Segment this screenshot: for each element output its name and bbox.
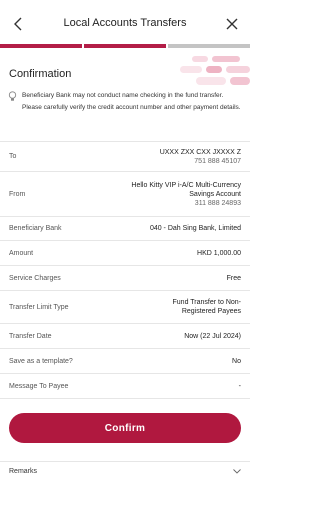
confirm-button[interactable]: Confirm (9, 413, 241, 443)
to-account-number: 751 888 45107 (194, 157, 241, 165)
detail-row-amount: Amount HKD 1,000.00 (0, 241, 250, 266)
detail-row-bank: Beneficiary Bank 040 - Dah Sing Bank, Li… (0, 217, 250, 241)
detail-value: - (238, 382, 241, 390)
detail-value: UXXX ZXX CXX JXXXX Z 751 888 45107 (160, 148, 241, 166)
detail-row-to: To UXXX ZXX CXX JXXXX Z 751 888 45107 (0, 142, 250, 172)
detail-row-limit-type: Transfer Limit Type Fund Transfer to Non… (0, 291, 250, 324)
detail-row-charges: Service Charges Free (0, 266, 250, 291)
back-button[interactable] (8, 14, 28, 34)
back-chevron-icon (14, 17, 22, 31)
detail-key: Transfer Limit Type (9, 303, 69, 311)
confirmation-header: Confirmation (0, 48, 250, 88)
from-account-name: Hello Kitty VIP i-A/C Multi-Currency Sav… (131, 181, 241, 198)
detail-value: Hello Kitty VIP i-A/C Multi-Currency Sav… (111, 181, 241, 208)
detail-key: Transfer Date (9, 332, 52, 340)
detail-key: Message To Payee (9, 382, 69, 390)
detail-value: Free (226, 274, 241, 282)
notice-text: Beneficiary Bank may not conduct name ch… (22, 92, 241, 111)
detail-key: To (9, 153, 17, 160)
detail-key: Save as a template? (9, 357, 73, 365)
confirmation-title: Confirmation (9, 68, 72, 80)
to-account-name: UXXX ZXX CXX JXXXX Z (159, 148, 241, 156)
chevron-down-icon (233, 469, 241, 474)
detail-key: Amount (9, 249, 34, 257)
lightbulb-icon (8, 91, 17, 101)
detail-row-message: Message To Payee - (0, 374, 250, 399)
detail-value: Now (22 Jul 2024) (184, 332, 241, 340)
detail-value: Fund Transfer to Non-Registered Payees (172, 299, 241, 315)
remarks-label: Remarks (9, 468, 38, 475)
page-title: Local Accounts Transfers (63, 17, 187, 29)
detail-key: Beneficiary Bank (9, 225, 62, 232)
detail-row-from: From Hello Kitty VIP i-A/C Multi-Currenc… (0, 172, 250, 217)
close-button[interactable] (222, 14, 242, 34)
detail-value: No (232, 357, 241, 365)
decorative-pattern (180, 56, 250, 85)
header-bar: Local Accounts Transfers (0, 0, 250, 48)
notice-box: Beneficiary Bank may not conduct name ch… (0, 88, 250, 130)
detail-row-date: Transfer Date Now (22 Jul 2024) (0, 324, 250, 349)
remarks-toggle[interactable]: Remarks (0, 461, 250, 481)
detail-key: From (9, 190, 26, 198)
close-icon (226, 18, 238, 30)
detail-row-template: Save as a template? No (0, 349, 250, 374)
detail-value: HKD 1,000.00 (197, 249, 241, 257)
detail-value: 040 - Dah Sing Bank, Limited (149, 225, 241, 232)
details-table: To UXXX ZXX CXX JXXXX Z 751 888 45107 Fr… (0, 141, 250, 399)
detail-key: Service Charges (9, 274, 61, 282)
from-account-number: 311 888 24893 (194, 199, 241, 207)
